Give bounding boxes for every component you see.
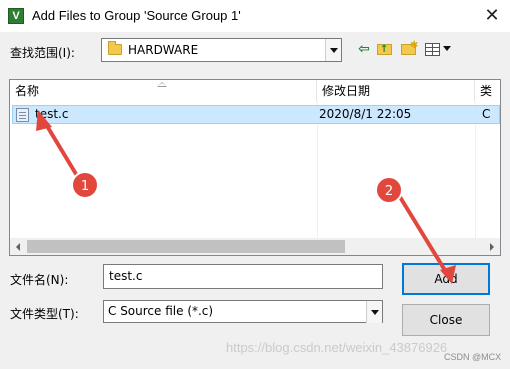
lookin-combo[interactable]: HARDWARE: [101, 38, 342, 62]
app-icon: V: [8, 8, 24, 24]
sort-ascending-icon: [157, 82, 169, 88]
folder-icon: [108, 41, 122, 55]
up-folder-icon[interactable]: [376, 40, 394, 59]
dialog-body: 查找范围(I): HARDWARE ⇦ ✱ 名称 修改日期 类 test.c 2…: [0, 32, 510, 369]
file-date-cell: 2020/8/1 22:05: [319, 107, 412, 121]
back-arrow-icon[interactable]: ⇦: [355, 40, 373, 58]
chevron-down-icon[interactable]: [325, 39, 341, 61]
watermark-small: CSDN @MCX: [444, 352, 502, 362]
new-folder-icon[interactable]: ✱: [400, 40, 418, 58]
filetype-label: 文件类型(T):: [10, 307, 79, 321]
horizontal-scrollbar[interactable]: [10, 238, 500, 255]
scrollbar-thumb[interactable]: [27, 240, 345, 253]
close-button[interactable]: Close: [402, 304, 490, 336]
file-list[interactable]: 名称 修改日期 类 test.c 2020/8/1 22:05 C: [9, 79, 501, 256]
add-button[interactable]: Add: [402, 263, 490, 295]
lookin-value: HARDWARE: [128, 43, 199, 57]
view-menu-icon[interactable]: [424, 40, 454, 58]
title-bar[interactable]: V Add Files to Group 'Source Group 1' ✕: [0, 0, 510, 32]
watermark: https://blog.csdn.net/weixin_43876926: [226, 340, 448, 355]
file-type-cell: C: [482, 107, 491, 121]
lookin-label: 查找范围(I):: [10, 46, 75, 60]
filetype-select[interactable]: C Source file (*.c): [103, 300, 383, 323]
filetype-value: C Source file (*.c): [108, 304, 214, 318]
window-title: Add Files to Group 'Source Group 1': [32, 8, 241, 23]
column-header-date[interactable]: 修改日期: [317, 80, 475, 102]
column-header-type[interactable]: 类: [475, 80, 500, 102]
scroll-right-icon[interactable]: [483, 238, 500, 255]
chevron-down-icon[interactable]: [366, 301, 382, 323]
c-file-icon: [16, 108, 29, 122]
scroll-left-icon[interactable]: [10, 238, 27, 255]
filename-input[interactable]: test.c: [103, 264, 383, 289]
file-name-cell: test.c: [35, 107, 69, 121]
file-row[interactable]: test.c 2020/8/1 22:05 C: [12, 105, 500, 124]
filename-label: 文件名(N):: [10, 273, 69, 287]
close-icon[interactable]: ✕: [478, 3, 506, 29]
